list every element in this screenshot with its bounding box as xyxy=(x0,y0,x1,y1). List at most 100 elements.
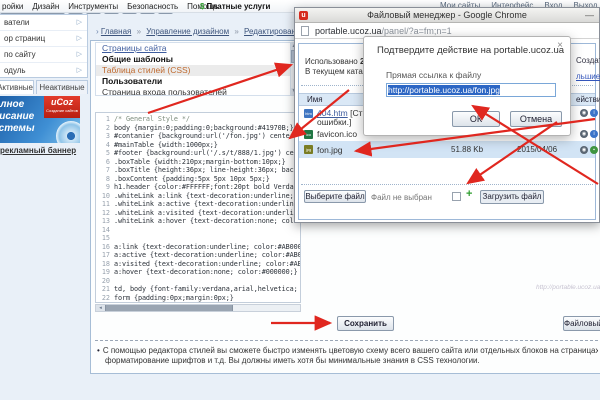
create-link[interactable]: Создать xyxy=(576,56,600,65)
divider xyxy=(95,340,598,341)
line-number: 13 xyxy=(96,217,110,226)
save-icon[interactable]: ▪ xyxy=(590,146,598,154)
breadcrumb-arrow-icon: › xyxy=(96,27,99,36)
tab-active-modules[interactable]: Активные xyxy=(0,80,34,94)
file-actions: ◉ ▪ i xyxy=(580,146,600,154)
code-line: 2 body {margin:0;padding:0;background:#4… xyxy=(96,124,300,133)
chevron-right-icon: ▷ xyxy=(77,47,82,63)
save-button[interactable]: Сохранить xyxy=(337,316,394,331)
sidebar-menu-item[interactable]: ватели ▷ xyxy=(0,15,87,31)
code-horizontal-scrollbar[interactable]: ◂ xyxy=(95,304,301,312)
admin-main-menu: ройкиДизайнИнструментыБезопасностьПомощь xyxy=(2,2,218,11)
file-manager-bottom-button[interactable]: Файловый менеджер xyxy=(563,316,600,331)
file-actions: ◉ i xyxy=(580,130,598,138)
line-number: 9 xyxy=(96,183,110,192)
template-list-item[interactable]: Таблица стилей (CSS) xyxy=(96,65,297,76)
choose-file-button[interactable]: Выберите файл xyxy=(304,190,366,203)
template-list-item[interactable]: Страницы сайта xyxy=(96,43,297,54)
sidebar-menu-item[interactable]: ор страниц ▷ xyxy=(0,31,87,47)
overwrite-checkbox[interactable] xyxy=(452,192,461,201)
code-line: 4 #mainTable {width:1000px;} xyxy=(96,141,300,150)
url-path: /panel/?a=fm;n=1 xyxy=(382,26,452,36)
view-icon[interactable]: ◉ xyxy=(580,146,588,154)
upload-file-button[interactable]: Загрузить файл xyxy=(480,190,544,204)
code-line: 12 .whiteLink a:visited {text-decoration… xyxy=(96,209,300,218)
dialog-title: Подтвердите действие на portable.ucoz.ua xyxy=(377,45,564,56)
template-list-item[interactable]: Пользователи xyxy=(96,76,297,87)
minimize-icon[interactable]: — xyxy=(585,8,594,23)
breadcrumb-home[interactable]: Главная xyxy=(101,27,131,36)
line-number: 4 xyxy=(96,141,110,150)
banner-caption-link[interactable]: рекламный баннер xyxy=(0,146,86,155)
column-name: Имя xyxy=(307,94,323,106)
menu-item[interactable]: ройки xyxy=(2,2,23,11)
code-line: 20 xyxy=(96,277,300,286)
close-icon[interactable]: × xyxy=(557,40,563,51)
line-number: 3 xyxy=(96,132,110,141)
line-number: 6 xyxy=(96,158,110,167)
site-favicon: u xyxy=(299,11,308,20)
view-icon[interactable]: ◉ xyxy=(580,130,588,138)
line-number: 22 xyxy=(96,294,110,303)
watermark: http://portable.ucoz.ua xyxy=(536,284,600,291)
code-line: 9 h1.header {color:#FFFFFF;font:20pt bol… xyxy=(96,183,300,192)
help-note: •С помощью редактора стилей вы сможете б… xyxy=(97,346,598,366)
template-list-item[interactable]: Общие шаблоны xyxy=(96,54,297,65)
add-upload-icon[interactable]: + xyxy=(466,188,472,200)
line-number: 21 xyxy=(96,285,110,294)
paid-services-item[interactable]: $Платные услуги xyxy=(200,2,270,11)
page-icon xyxy=(301,26,309,36)
info-icon[interactable]: i xyxy=(590,109,598,117)
sidebar-menu-item[interactable]: одуль ▷ xyxy=(0,63,87,79)
code-line: 1 /* General Style */ xyxy=(96,115,300,124)
url-host: portable.ucoz.ua xyxy=(315,26,382,36)
line-number: 2 xyxy=(96,124,110,133)
menu-item[interactable]: Безопасность xyxy=(127,2,178,11)
quota-used: Использовано 27 xyxy=(305,57,365,66)
ok-button[interactable]: ОК xyxy=(452,111,500,127)
sidebar-item-label: по сайту xyxy=(4,50,36,59)
code-line: 10 .whiteLink a:link {text-decoration:un… xyxy=(96,192,300,201)
css-code-editor[interactable]: 1 /* General Style */ 2 body {margin:0;p… xyxy=(95,112,301,303)
sidebar-menu-item[interactable]: по сайту ▷ xyxy=(0,47,87,63)
jpg-file-icon: jpg xyxy=(304,145,313,154)
chrome-title-bar[interactable]: u Файловый менеджер - Google Chrome — xyxy=(295,8,599,23)
code-line: 13 .whiteLink a:hover {text-decoration:n… xyxy=(96,217,300,226)
code-line: 16 a:link {text-decoration:underline; co… xyxy=(96,243,300,252)
breadcrumb-design[interactable]: Управление дизайном xyxy=(146,27,229,36)
line-number: 7 xyxy=(96,166,110,175)
code-line: 11 .whiteLink a:active {text-decoration:… xyxy=(96,200,300,209)
view-icon[interactable]: ◉ xyxy=(580,109,588,117)
window-title: Файловый менеджер - Google Chrome xyxy=(367,10,527,20)
ico-file-icon: ico xyxy=(304,130,313,139)
chevron-right-icon: ▷ xyxy=(77,15,82,31)
chevron-right-icon: ▷ xyxy=(77,31,82,47)
file-row-fon-jpg[interactable]: jpg fon.jpg 51.88 Kb 2015/04/06 ◉ ▪ i xyxy=(299,141,595,158)
selected-url-text: http://portable.ucoz.ua/fon.jpg xyxy=(388,85,500,95)
scrollbar-thumb[interactable] xyxy=(105,305,233,311)
code-line: 18 a:visited {text-decoration:underline;… xyxy=(96,260,300,269)
tab-inactive-modules[interactable]: Неактивные xyxy=(36,80,88,94)
code-line: 5 #footer {background:url('/.s/t/888/1.j… xyxy=(96,149,300,158)
info-icon[interactable]: i xyxy=(590,130,598,138)
sidebar-item-label: ватели xyxy=(4,18,29,27)
direct-link-input[interactable]: http://portable.ucoz.ua/fon.jpg xyxy=(386,83,556,97)
code-line: 8 .boxContent {padding:5px 5px 10px 5px;… xyxy=(96,175,300,184)
upload-big-files-link[interactable]: льшие ф xyxy=(576,72,600,81)
sidebar-item-label: одуль xyxy=(4,66,26,75)
line-number: 1 xyxy=(96,115,110,124)
scroll-left-icon[interactable]: ◂ xyxy=(96,305,105,311)
cancel-button[interactable]: Отмена xyxy=(510,111,562,127)
code-line: 21 td, body {font-family:verdana,arial,h… xyxy=(96,285,300,294)
sidebar-menu-box: ватели ▷ ор страниц ▷ по сайту ▷ одуль ▷ xyxy=(0,14,88,78)
line-number: 18 xyxy=(96,260,110,269)
template-list-item[interactable]: Страница входа пользователей xyxy=(96,87,297,96)
menu-item[interactable]: Дизайн xyxy=(32,2,59,11)
line-number: 20 xyxy=(96,277,110,286)
template-list: Страницы сайтаОбщие шаблоныТаблица стиле… xyxy=(95,42,298,96)
line-number: 12 xyxy=(96,209,110,218)
ucoz-ad-banner[interactable]: Полное описание системы uCoz Создание са… xyxy=(0,96,80,143)
column-action: ействие xyxy=(576,94,600,106)
paid-services-icon: $ xyxy=(200,2,204,11)
menu-item[interactable]: Инструменты xyxy=(68,2,118,11)
